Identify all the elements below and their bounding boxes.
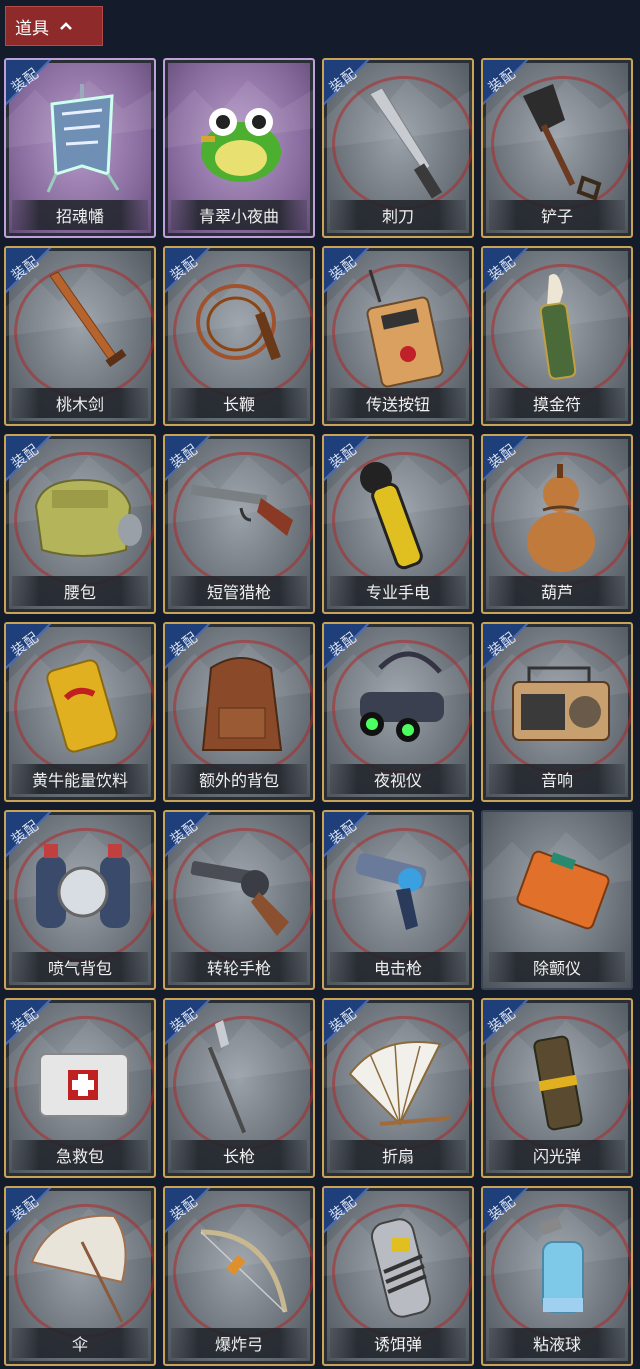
item-name: 长鞭 <box>171 388 307 418</box>
item-card[interactable]: 装配转轮手枪 <box>163 810 315 990</box>
equip-badge: 装配 <box>483 1188 537 1242</box>
item-name: 短管猎枪 <box>171 576 307 606</box>
item-card[interactable]: 装配夜视仪 <box>322 622 474 802</box>
item-name: 喷气背包 <box>12 952 148 982</box>
equip-badge: 装配 <box>6 1000 60 1054</box>
item-name: 桃木剑 <box>12 388 148 418</box>
equip-badge: 装配 <box>324 1188 378 1242</box>
item-card[interactable]: 装配粘液球 <box>481 1186 633 1366</box>
equip-badge: 装配 <box>483 624 537 678</box>
item-name: 夜视仪 <box>330 764 466 794</box>
item-name: 刺刀 <box>330 200 466 230</box>
item-card[interactable]: 装配腰包 <box>4 434 156 614</box>
item-card[interactable]: 装配招魂幡 <box>4 58 156 238</box>
frog-toy-icon <box>201 108 281 182</box>
item-card[interactable]: 装配诱饵弹 <box>322 1186 474 1366</box>
equip-badge: 装配 <box>6 60 60 114</box>
item-name: 伞 <box>12 1328 148 1358</box>
item-card[interactable]: 装配爆炸弓 <box>163 1186 315 1366</box>
item-name: 摸金符 <box>489 388 625 418</box>
equip-badge: 装配 <box>165 1000 219 1054</box>
item-card[interactable]: 装配伞 <box>4 1186 156 1366</box>
item-name: 传送按钮 <box>330 388 466 418</box>
item-card[interactable]: 除颤仪 <box>481 810 633 990</box>
equip-badge: 装配 <box>165 812 219 866</box>
item-name: 葫芦 <box>489 576 625 606</box>
item-name: 长枪 <box>171 1140 307 1170</box>
equip-badge: 装配 <box>6 248 60 302</box>
item-card[interactable]: 装配专业手电 <box>322 434 474 614</box>
equip-badge: 装配 <box>324 436 378 490</box>
item-card[interactable]: 装配摸金符 <box>481 246 633 426</box>
item-card[interactable]: 装配传送按钮 <box>322 246 474 426</box>
equip-badge: 装配 <box>6 624 60 678</box>
equip-badge: 装配 <box>483 60 537 114</box>
item-name: 粘液球 <box>489 1328 625 1358</box>
equip-badge: 装配 <box>6 1188 60 1242</box>
item-name: 闪光弹 <box>489 1140 625 1170</box>
item-card[interactable]: 装配短管猎枪 <box>163 434 315 614</box>
item-card[interactable]: 装配额外的背包 <box>163 622 315 802</box>
item-card[interactable]: 装配闪光弹 <box>481 998 633 1178</box>
item-name: 腰包 <box>12 576 148 606</box>
item-card[interactable]: 装配电击枪 <box>322 810 474 990</box>
equip-badge: 装配 <box>483 1000 537 1054</box>
item-card[interactable]: 装配桃木剑 <box>4 246 156 426</box>
equip-badge: 装配 <box>6 812 60 866</box>
equip-badge: 装配 <box>483 436 537 490</box>
category-title: 道具 <box>15 18 49 39</box>
equip-badge: 装配 <box>165 436 219 490</box>
item-card[interactable]: 装配喷气背包 <box>4 810 156 990</box>
category-tab-items[interactable]: 道具 <box>5 6 103 46</box>
item-name: 专业手电 <box>330 576 466 606</box>
item-name: 招魂幡 <box>12 200 148 230</box>
item-name: 电击枪 <box>330 952 466 982</box>
item-card[interactable]: 装配长枪 <box>163 998 315 1178</box>
item-card[interactable]: 装配黄牛能量饮料 <box>4 622 156 802</box>
equip-badge: 装配 <box>324 812 378 866</box>
item-card[interactable]: 青翠小夜曲 <box>163 58 315 238</box>
equip-badge: 装配 <box>324 60 378 114</box>
equip-badge: 装配 <box>324 1000 378 1054</box>
item-grid: 装配 招魂幡 青翠小夜曲 装配 刺刀 装配 铲子 装配 桃木剑 装配 长鞭 装配 传送按钮 装配 摸金符 装配… <box>4 58 633 1366</box>
equip-badge: 装配 <box>483 248 537 302</box>
item-card[interactable]: 装配刺刀 <box>322 58 474 238</box>
item-card[interactable]: 装配急救包 <box>4 998 156 1178</box>
item-name: 除颤仪 <box>489 952 625 982</box>
item-name: 爆炸弓 <box>171 1328 307 1358</box>
item-name: 额外的背包 <box>171 764 307 794</box>
equip-badge: 装配 <box>165 248 219 302</box>
item-card[interactable]: 装配铲子 <box>481 58 633 238</box>
item-name: 铲子 <box>489 200 625 230</box>
item-name: 青翠小夜曲 <box>171 200 307 230</box>
equip-badge: 装配 <box>165 1188 219 1242</box>
defibrillator-icon <box>516 850 610 930</box>
equip-badge: 装配 <box>6 436 60 490</box>
item-name: 折扇 <box>330 1140 466 1170</box>
item-card[interactable]: 装配音响 <box>481 622 633 802</box>
item-name: 音响 <box>489 764 625 794</box>
item-name: 诱饵弹 <box>330 1328 466 1358</box>
equip-badge: 装配 <box>324 624 378 678</box>
chevron-up-icon <box>60 22 72 30</box>
equip-badge: 装配 <box>324 248 378 302</box>
item-card[interactable]: 装配折扇 <box>322 998 474 1178</box>
item-name: 急救包 <box>12 1140 148 1170</box>
item-name: 转轮手枪 <box>171 952 307 982</box>
item-name: 黄牛能量饮料 <box>12 764 148 794</box>
equip-badge: 装配 <box>165 624 219 678</box>
item-card[interactable]: 装配葫芦 <box>481 434 633 614</box>
item-card[interactable]: 装配长鞭 <box>163 246 315 426</box>
